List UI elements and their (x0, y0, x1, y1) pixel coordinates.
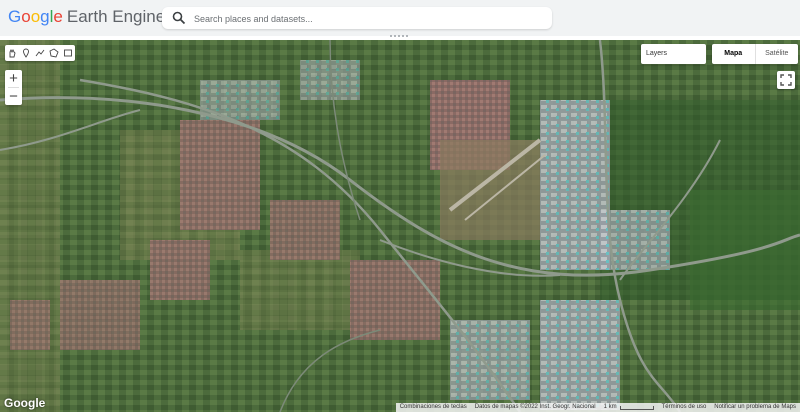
product-name: Earth Engine (66, 7, 166, 26)
layers-button[interactable]: Layers (641, 44, 706, 64)
zoom-in-button[interactable]: + (5, 70, 22, 87)
map-type-control: Mapa Satélite (712, 44, 798, 64)
point-icon[interactable] (19, 45, 33, 61)
google-watermark: Google (4, 396, 46, 410)
map-attribution-bar: Combinaciones de teclas Datos de mapas ©… (395, 403, 800, 412)
app-header: Google Earth Engine (0, 0, 800, 37)
keyboard-shortcuts-link[interactable]: Combinaciones de teclas (396, 403, 471, 412)
report-problem-link[interactable]: Notificar un problema de Maps (710, 403, 800, 412)
fullscreen-icon (780, 74, 792, 86)
app-logo[interactable]: Google Earth Engine (8, 7, 165, 27)
polygon-icon[interactable] (47, 45, 61, 61)
google-wordmark: Google (8, 7, 63, 26)
map-type-satellite-button[interactable]: Satélite (756, 44, 799, 64)
search-input[interactable] (192, 9, 546, 29)
map-data-attribution: Datos de mapas ©2022 Inst. Geogr. Nacion… (474, 404, 596, 410)
hand-icon[interactable] (5, 45, 19, 61)
zoom-control: + − (5, 70, 22, 105)
search-icon (172, 11, 186, 25)
satellite-imagery (0, 40, 800, 412)
scale-label: 1 km (603, 404, 617, 410)
map-type-map-button[interactable]: Mapa (712, 44, 755, 64)
rectangle-icon[interactable] (61, 45, 75, 61)
zoom-out-button[interactable]: − (5, 88, 22, 105)
drawing-toolbar (5, 45, 75, 61)
fullscreen-button[interactable] (777, 71, 795, 89)
map-canvas[interactable]: + − Layers Mapa Satélite Google Combinac… (0, 40, 800, 412)
line-icon[interactable] (33, 45, 47, 61)
search-box[interactable] (162, 7, 552, 29)
terms-link[interactable]: Términos de uso (658, 403, 711, 412)
scale-bar[interactable]: 1 km (600, 403, 658, 412)
scale-line (619, 405, 654, 410)
